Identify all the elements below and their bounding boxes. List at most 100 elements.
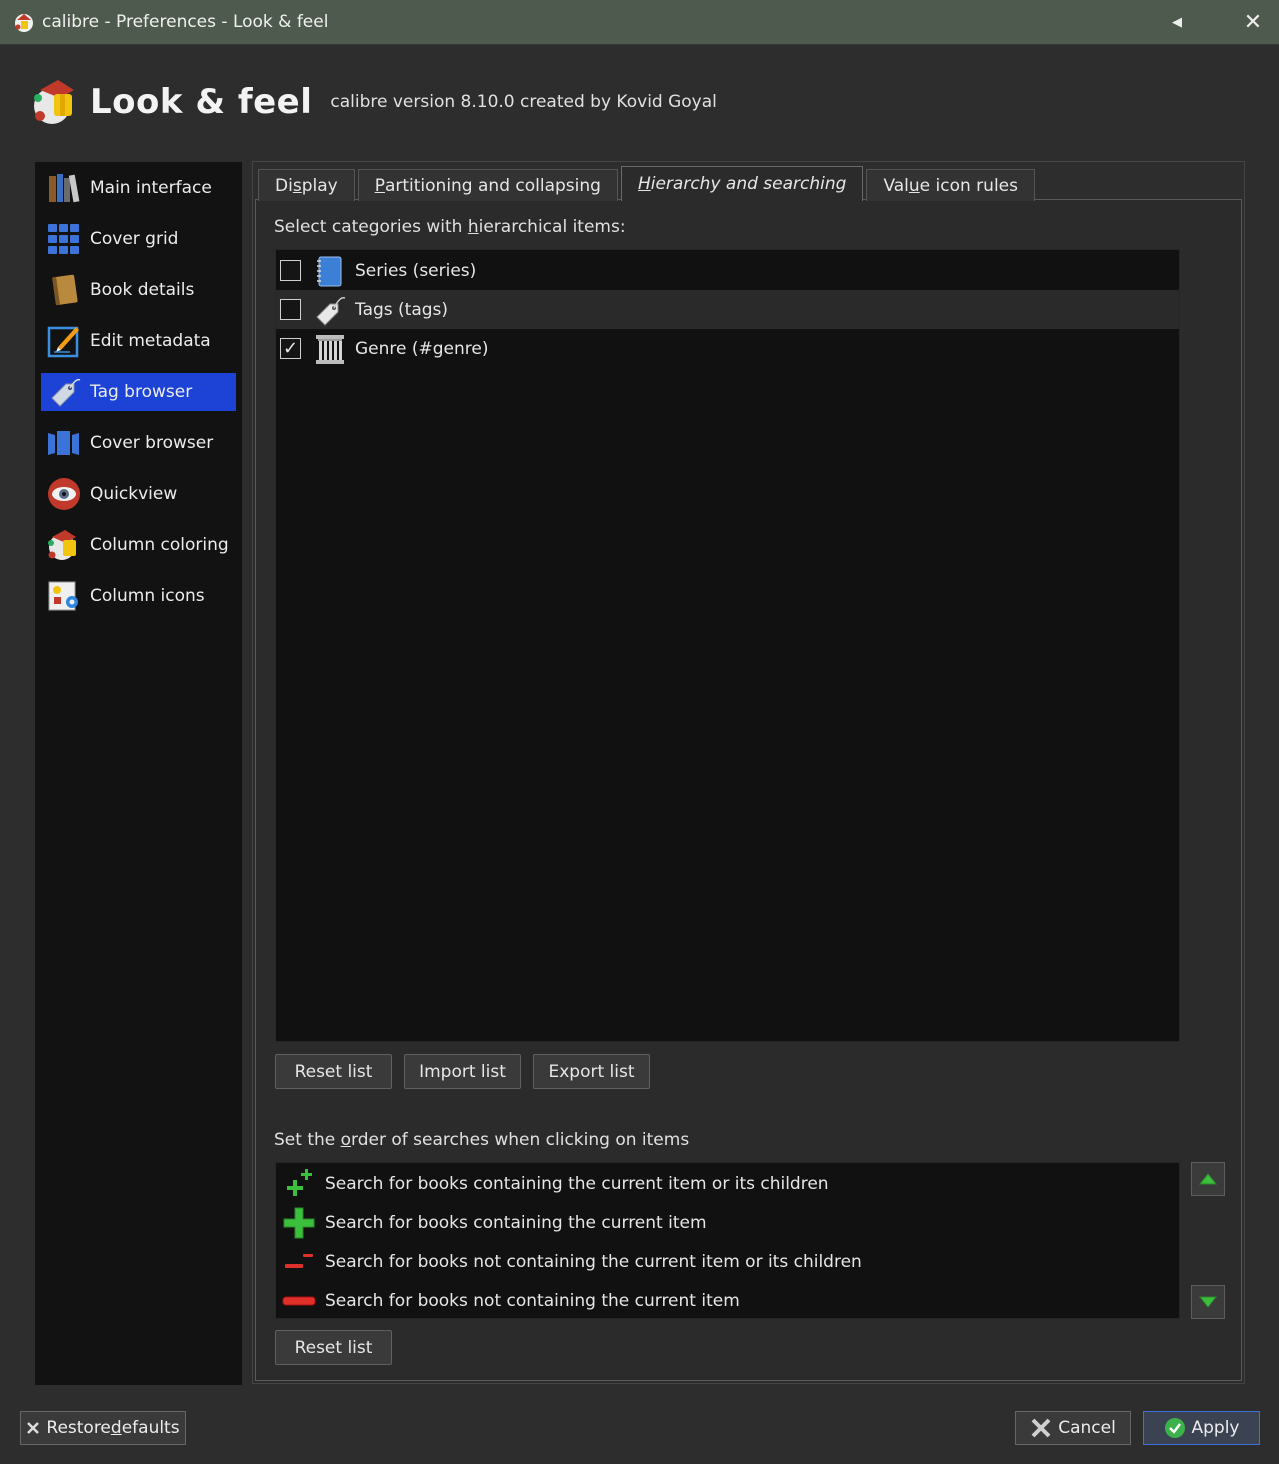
tab-label-mnemonic: H — [637, 174, 651, 194]
title-bar: calibre - Preferences - Look & feel ◀ ✕ — [0, 0, 1279, 45]
label-part: Select categories with — [274, 217, 468, 237]
tab-label-part: ierarchy and searching — [650, 174, 847, 194]
tab-label-mnemonic: s — [292, 175, 302, 196]
series-checkbox[interactable] — [280, 260, 301, 281]
tab-label-mnemonic: P — [374, 175, 385, 196]
search-order-list[interactable]: Search for books containing the current … — [275, 1162, 1180, 1319]
version-text: calibre version 8.10.0 created by Kovid … — [330, 92, 717, 112]
button-label: Cancel — [1058, 1418, 1116, 1438]
reset-list-button[interactable]: Reset list — [275, 1054, 392, 1089]
category-label: Series (series) — [355, 260, 477, 281]
sidebar-item-label: Main interface — [90, 178, 212, 198]
tab-hierarchy-searching[interactable]: Hierarchy and searching — [620, 166, 864, 201]
sidebar-item-label: Column coloring — [90, 535, 229, 555]
label-mnemonic: h — [467, 217, 479, 237]
label-part: ierarchical items: — [478, 217, 626, 237]
sidebar-item-tag-browser[interactable]: Tag browser — [41, 373, 236, 411]
list-item[interactable]: Tags (tags) — [276, 290, 1179, 329]
hierarchical-categories-list[interactable]: Series (series) Tags (tags) ✓ Genre (#ge… — [275, 249, 1180, 1042]
sidebar-item-label: Edit metadata — [90, 331, 211, 351]
paint-icon — [48, 530, 76, 560]
sidebar-item-column-icons[interactable]: Column icons — [41, 577, 236, 615]
search-option-label: Search for books not containing the curr… — [325, 1251, 862, 1272]
category-label: Genre (#genre) — [355, 338, 489, 359]
apply-button[interactable]: Apply — [1143, 1411, 1260, 1445]
list-item[interactable]: ✓ Genre (#genre) — [276, 329, 1179, 368]
clear-icon — [26, 1421, 40, 1435]
tab-partitioning[interactable]: Partitioning and collapsing — [357, 169, 618, 201]
hierarchy-label: Select categories with hierarchical item… — [274, 217, 626, 237]
edit-icon — [47, 326, 79, 358]
reset-search-order-button[interactable]: Reset list — [275, 1330, 392, 1365]
arrow-down-icon — [1198, 1296, 1218, 1308]
minus-minus-icon — [285, 1253, 313, 1268]
sidebar-item-column-coloring[interactable]: Column coloring — [41, 526, 236, 564]
tab-label-part: Di — [275, 175, 293, 196]
button-label-mnemonic: d — [110, 1418, 122, 1438]
sidebar-item-edit-metadata[interactable]: Edit metadata — [41, 322, 236, 360]
arrow-up-icon — [1198, 1173, 1218, 1185]
plus-icon — [283, 1207, 315, 1238]
list-item[interactable]: Search for books not containing the curr… — [276, 1242, 1179, 1281]
plus-plus-icon — [287, 1168, 312, 1196]
window-title: calibre - Preferences - Look & feel — [42, 12, 329, 32]
close-button[interactable]: ✕ — [1231, 0, 1275, 45]
button-label-part: efaults — [121, 1418, 180, 1438]
look-feel-icon — [34, 80, 74, 124]
tab-label-part: e icon rules — [919, 175, 1018, 196]
button-label: Apply — [1191, 1418, 1240, 1438]
label-part: rder of searches when clicking on items — [351, 1130, 690, 1150]
eye-icon — [48, 478, 80, 510]
sidebar-item-quickview[interactable]: Quickview — [41, 475, 236, 513]
tab-display[interactable]: Di s play — [258, 169, 355, 201]
sidebar-item-label: Book details — [90, 280, 195, 300]
tab-label-part: Val — [883, 175, 909, 196]
sidebar-item-label: Tag browser — [90, 382, 193, 402]
search-option-label: Search for books containing the current … — [325, 1173, 829, 1194]
list-item[interactable]: Search for books containing the current … — [276, 1203, 1179, 1242]
tab-label-part: artitioning and collapsing — [384, 175, 601, 196]
tab-label-mnemonic: u — [908, 175, 920, 196]
close-icon: ✕ — [1243, 10, 1263, 35]
column-icon — [316, 334, 344, 364]
cancel-button[interactable]: Cancel — [1015, 1411, 1131, 1445]
search-option-label: Search for books containing the current … — [325, 1212, 707, 1233]
sidebar-item-label: Column icons — [90, 586, 205, 606]
list-item[interactable]: Series (series) — [276, 251, 1179, 290]
cancel-icon — [1030, 1417, 1052, 1439]
calibre-logo-icon — [15, 14, 33, 32]
minus-icon — [282, 1296, 316, 1305]
sidebar-item-label: Quickview — [90, 484, 178, 504]
sidebar-item-cover-browser[interactable]: Cover browser — [41, 424, 236, 462]
export-list-button[interactable]: Export list — [533, 1054, 650, 1089]
sidebar-item-main-interface[interactable]: Main interface — [41, 169, 236, 207]
book-icon — [52, 274, 78, 306]
collapse-button[interactable]: ◀ — [1155, 0, 1199, 45]
tags-icon — [316, 296, 346, 326]
restore-defaults-button[interactable]: Restore d efaults — [20, 1411, 186, 1445]
label-part: Set the — [274, 1130, 341, 1150]
books-icon — [49, 174, 80, 203]
button-label-part: Restore — [46, 1418, 111, 1438]
category-label: Tags (tags) — [355, 299, 449, 320]
tab-label-part: play — [301, 175, 338, 196]
genre-checkbox[interactable]: ✓ — [280, 338, 301, 359]
tab-value-icon-rules[interactable]: Val u e icon rules — [866, 169, 1035, 201]
grid-icon — [48, 224, 79, 254]
import-list-button[interactable]: Import list — [404, 1054, 521, 1089]
list-item[interactable]: Search for books not containing the curr… — [276, 1281, 1179, 1320]
category-sidebar: Main interface Cover grid Book details E… — [35, 162, 242, 1385]
check-icon — [1164, 1417, 1186, 1439]
label-mnemonic: o — [340, 1130, 352, 1150]
sidebar-item-label: Cover browser — [90, 433, 214, 453]
tag-icon — [51, 378, 81, 407]
page-title: Look & feel — [90, 82, 313, 122]
move-up-button[interactable] — [1191, 1162, 1225, 1196]
list-item[interactable]: Search for books containing the current … — [276, 1164, 1179, 1203]
sidebar-item-cover-grid[interactable]: Cover grid — [41, 220, 236, 258]
tags-checkbox[interactable] — [280, 299, 301, 320]
sidebar-item-book-details[interactable]: Book details — [41, 271, 236, 309]
move-down-button[interactable] — [1191, 1285, 1225, 1319]
series-icon — [317, 256, 342, 286]
icons-icon — [48, 581, 78, 611]
